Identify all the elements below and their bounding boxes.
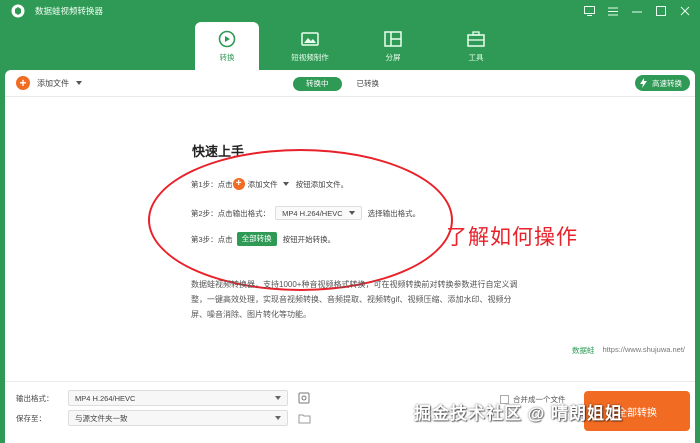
- annotation-text: 了解如何操作: [446, 226, 578, 249]
- tab-short-video[interactable]: 短视频制作: [278, 22, 342, 70]
- brand-url[interactable]: https://www.shujuwa.net/: [602, 345, 685, 356]
- tab-converting[interactable]: 转换中: [293, 77, 342, 91]
- toolbox-icon: [466, 30, 486, 48]
- output-format-value: MP4 H.264/HEVC: [75, 393, 136, 403]
- description: 数据蛙视频转换器，支持1000+种音视频格式转换，可在视频转换前对转换参数进行自…: [191, 280, 518, 319]
- tab-short-video-label: 短视频制作: [291, 52, 329, 62]
- brand-row: 数据蛙 https://www.shujuwa.net/: [572, 345, 685, 356]
- window-controls: [582, 4, 692, 18]
- convert-icon: [217, 30, 237, 48]
- menu-icon[interactable]: [606, 4, 620, 18]
- split-screen-icon: [383, 30, 403, 48]
- watermark: 掘金技术社区 @ 晴朗姐姐: [414, 404, 624, 423]
- output-format-select[interactable]: MP4 H.264/HEVC: [68, 390, 288, 406]
- lightning-icon: [639, 78, 648, 88]
- add-file-label: 添加文件: [37, 78, 69, 88]
- output-format-label: 输出格式：: [16, 393, 54, 403]
- tab-split-screen[interactable]: 分屏: [361, 22, 425, 70]
- window-mode-icon[interactable]: [582, 4, 596, 18]
- app-title: 数据蛙视频转换器: [35, 6, 104, 16]
- tab-tools-label: 工具: [468, 52, 484, 62]
- minimize-icon[interactable]: [630, 4, 644, 18]
- main-tabs: 转换 短视频制作 分屏 工具: [195, 22, 527, 70]
- chevron-down-icon[interactable]: [76, 81, 82, 85]
- save-to-label: 保存至：: [16, 413, 46, 423]
- title-bar: 数据蛙视频转换器: [0, 0, 700, 22]
- save-to-value: 与源文件夹一致: [75, 413, 128, 423]
- plus-icon: +: [16, 76, 30, 90]
- tab-split-screen-label: 分屏: [385, 52, 401, 62]
- output-format-row: 输出格式： MP4 H.264/HEVC: [16, 390, 311, 406]
- folder-icon[interactable]: [297, 411, 311, 425]
- fast-convert-toggle[interactable]: 高速转换: [635, 75, 690, 91]
- chevron-down-icon: [275, 396, 281, 400]
- chevron-down-icon: [275, 416, 281, 420]
- tab-converted[interactable]: 已转换: [344, 77, 393, 91]
- tab-tools[interactable]: 工具: [444, 22, 508, 70]
- format-settings-icon[interactable]: [297, 391, 311, 405]
- brand-name[interactable]: 数据蛙: [572, 345, 595, 356]
- app-logo-icon: [11, 4, 25, 18]
- highlight-ellipse: [148, 149, 453, 291]
- save-to-select[interactable]: 与源文件夹一致: [68, 410, 288, 426]
- tab-convert[interactable]: 转换: [195, 22, 259, 70]
- toolbar: + 添加文件 转换中 已转换 高速转换: [5, 70, 695, 97]
- save-to-row: 保存至： 与源文件夹一致: [16, 410, 311, 426]
- maximize-icon[interactable]: [654, 4, 668, 18]
- short-video-icon: [300, 30, 320, 48]
- close-icon[interactable]: [678, 4, 692, 18]
- content-panel: + 添加文件 转换中 已转换 高速转换 快速上手 第1步：点击 + 添加文件 按…: [5, 70, 695, 443]
- sub-tabs: 转换中 已转换: [293, 77, 392, 91]
- add-file-button[interactable]: + 添加文件: [16, 76, 82, 90]
- fast-convert-label: 高速转换: [652, 78, 682, 88]
- tab-convert-label: 转换: [219, 52, 235, 62]
